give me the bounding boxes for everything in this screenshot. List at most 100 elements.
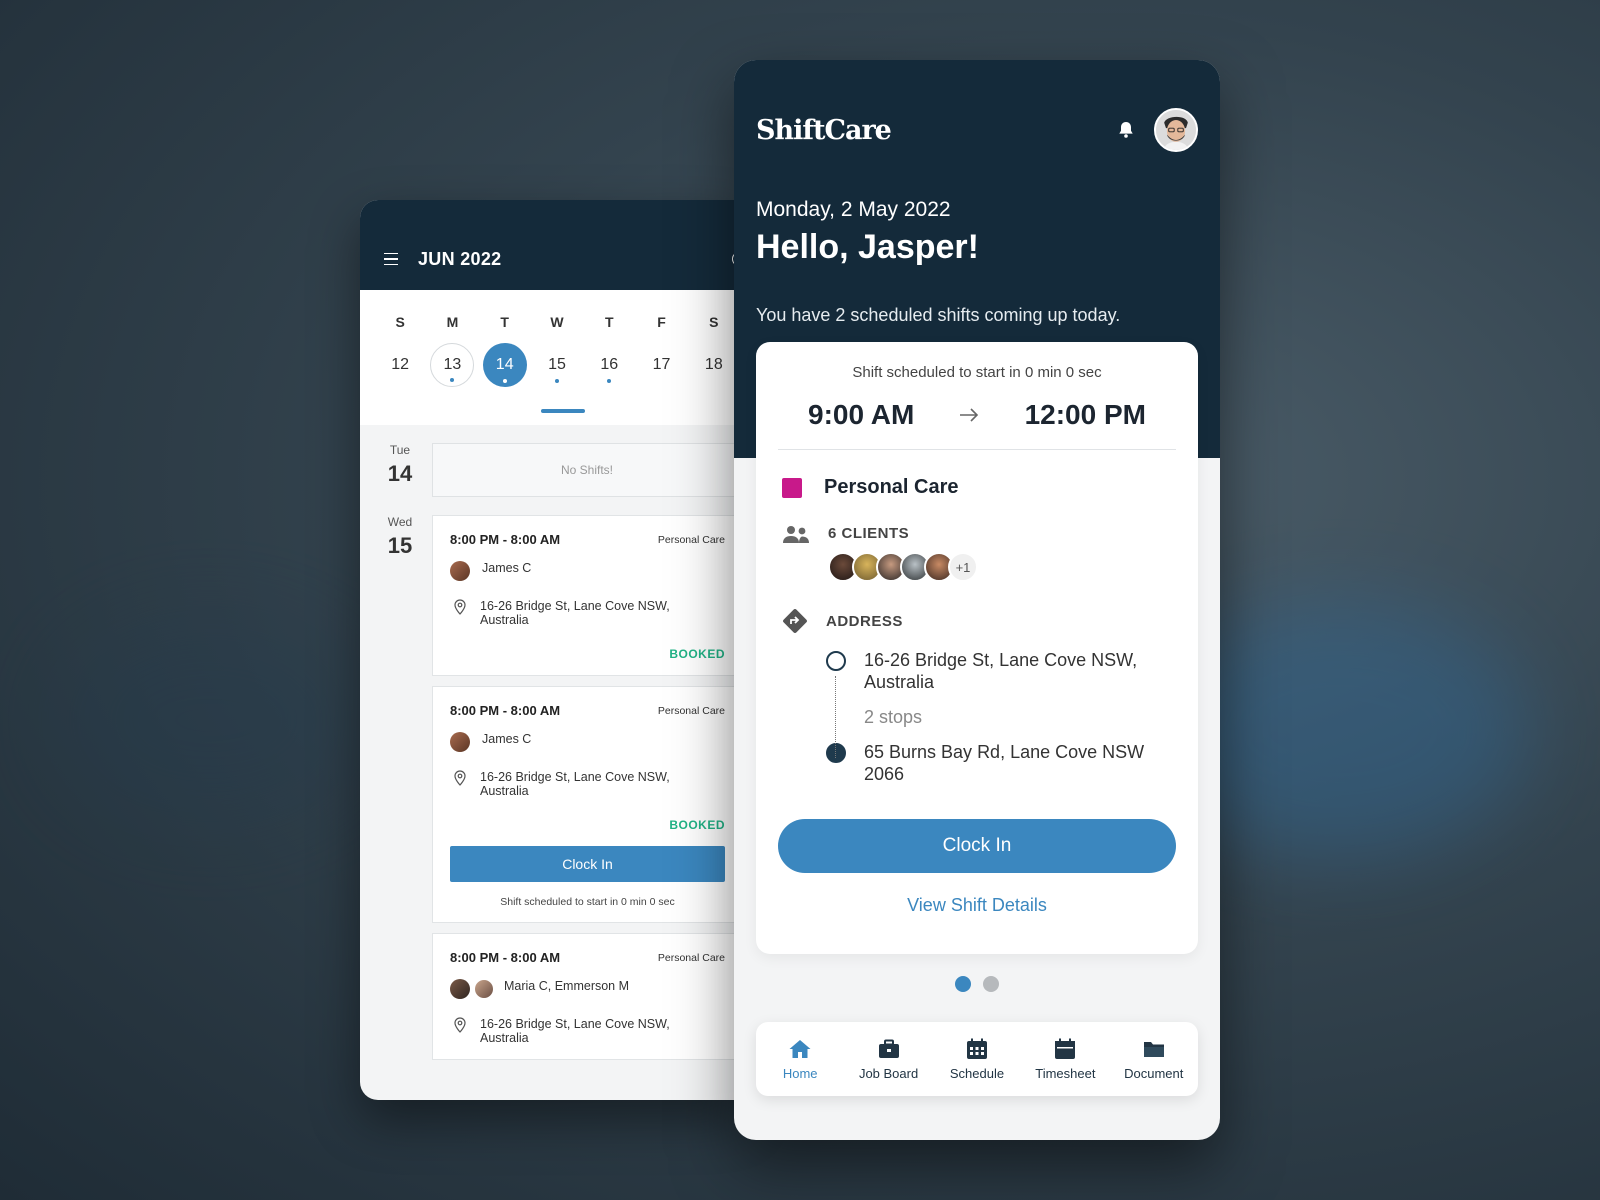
date-16[interactable]: 16: [583, 338, 635, 392]
shift-dot: [502, 379, 507, 383]
date-number: 13: [443, 356, 462, 373]
month-label[interactable]: JUN 2022: [418, 249, 501, 270]
shift-time: 8:00 PM - 8:00 AM: [450, 532, 561, 547]
weekday-label: S: [395, 314, 405, 330]
tab-job-board[interactable]: Job Board: [846, 1038, 932, 1081]
pager-dot-active[interactable]: [955, 976, 971, 992]
destination-line: 65 Burns Bay Rd, Lane Cove NSW: [864, 742, 1145, 763]
date-17[interactable]: 17: [635, 338, 687, 392]
agenda-day-tue: Tue 14: [380, 443, 420, 487]
clock-in-button[interactable]: Clock In: [778, 819, 1176, 874]
shift-end-time: 12:00 PM: [1024, 399, 1146, 430]
client-name: James C: [482, 561, 532, 575]
menu-icon[interactable]: [384, 252, 398, 266]
shift-time: 8:00 PM - 8:00 AM: [450, 703, 561, 718]
address-line: Australia: [480, 784, 529, 798]
location-pin-icon: [454, 770, 466, 786]
tab-label: Schedule: [949, 1065, 1005, 1081]
bell-icon[interactable]: [1116, 120, 1136, 140]
weekday-label: F: [657, 314, 666, 330]
date-number: 16: [600, 356, 619, 373]
shift-dot: [554, 379, 559, 383]
address-line: 16-26 Bridge St, Lane Cove NSW,: [480, 770, 670, 784]
current-date: Monday, 2 May 2022: [756, 198, 951, 221]
calendar-header: JUN 2022: [360, 200, 740, 290]
pager-dot[interactable]: [983, 976, 999, 992]
date-18[interactable]: 18: [688, 338, 740, 392]
stops-count[interactable]: 2 stops: [864, 707, 1198, 728]
card-pager: [734, 976, 1220, 992]
client-avatar: [474, 979, 494, 999]
client-avatar-group[interactable]: +1: [828, 552, 978, 582]
countdown-note: Shift scheduled to start in 0 min 0 sec: [500, 896, 675, 908]
no-shifts-placeholder: No Shifts!: [432, 443, 740, 497]
route-origin: 16-26 Bridge St, Lane Cove NSW, Australia: [826, 650, 1198, 693]
clock-in-button[interactable]: Clock In: [450, 846, 725, 882]
shift-dot: [450, 378, 455, 382]
user-avatar[interactable]: [1154, 108, 1198, 152]
route: 16-26 Bridge St, Lane Cove NSW, Australia…: [826, 650, 1198, 785]
service-name: Personal Care: [824, 476, 959, 498]
destination-marker-icon: [826, 743, 846, 764]
location-pin-icon: [454, 599, 466, 615]
date-number: 12: [391, 356, 410, 373]
tab-label: Document: [1124, 1065, 1184, 1081]
status-badge: BOOKED: [669, 647, 725, 661]
address-line: 16-26 Bridge St, Lane Cove NSW,: [480, 599, 670, 613]
destination-line: 2066: [864, 763, 905, 784]
tab-label: Job Board: [858, 1065, 919, 1081]
client-name: Maria C, Emmerson M: [504, 979, 630, 993]
date-13[interactable]: 13: [426, 338, 478, 392]
tab-timesheet[interactable]: Timesheet: [1022, 1038, 1108, 1081]
shift-dot: [607, 379, 612, 383]
shift-card[interactable]: 8:00 PM - 8:00 AM Personal Care James C …: [432, 686, 740, 923]
date-12[interactable]: 12: [374, 338, 426, 392]
date-number: 14: [495, 356, 514, 373]
address-line: Australia: [480, 613, 529, 627]
upcoming-shift-card[interactable]: Shift scheduled to start in 0 min 0 sec …: [756, 342, 1198, 954]
agenda-day-wed: Wed 15: [380, 515, 420, 559]
shift-type: Personal Care: [657, 951, 725, 964]
date-number: 18: [704, 356, 723, 373]
shift-start-time: 9:00 AM: [808, 399, 915, 430]
countdown-text: Shift scheduled to start in 0 min 0 sec: [852, 364, 1102, 381]
directions-icon: [783, 609, 807, 633]
timesheet-icon: [1055, 1038, 1076, 1059]
user-avatar-image: [1156, 110, 1196, 150]
date-14-selected[interactable]: 14: [479, 338, 531, 392]
arrow-right-icon: [960, 408, 979, 422]
shift-summary: You have 2 scheduled shifts coming up to…: [756, 305, 1121, 325]
status-badge: BOOKED: [669, 818, 725, 832]
origin-line: 16-26 Bridge St, Lane Cove NSW,: [864, 650, 1138, 670]
week-indicator: [541, 409, 585, 413]
clients-icon: [783, 526, 809, 543]
origin-line: Australia: [864, 671, 935, 692]
address-line: Australia: [480, 1031, 529, 1045]
client-avatar: [450, 561, 470, 581]
weekday-label: S: [709, 314, 719, 330]
date-number: 15: [548, 356, 566, 373]
view-shift-details-link[interactable]: View Shift Details: [756, 895, 1198, 916]
origin-marker-icon: [826, 651, 846, 671]
weekday-label: M: [446, 314, 459, 330]
greeting: Hello, Jasper!: [756, 228, 979, 266]
tab-home[interactable]: Home: [757, 1038, 843, 1081]
client-avatar: [450, 732, 470, 752]
shift-time: 8:00 PM - 8:00 AM: [450, 950, 561, 965]
bottom-tab-bar: Home Job Board Schedule Timesheet Docume…: [756, 1022, 1198, 1096]
date-15[interactable]: 15: [531, 338, 583, 392]
clients-label: 6 CLIENTS: [828, 525, 910, 542]
shift-card[interactable]: 8:00 PM - 8:00 AM Personal Care Maria C,…: [432, 933, 740, 1060]
tab-label: Home: [782, 1065, 818, 1081]
tab-document[interactable]: Document: [1111, 1038, 1197, 1081]
tab-schedule[interactable]: Schedule: [934, 1038, 1020, 1081]
briefcase-icon: [878, 1039, 899, 1058]
shift-type: Personal Care: [657, 704, 725, 717]
folder-icon: [1143, 1041, 1164, 1057]
client-name: James C: [482, 732, 532, 746]
shift-card[interactable]: 8:00 PM - 8:00 AM Personal Care James C …: [432, 515, 740, 676]
shiftcare-logo: ShiftCare: [756, 114, 892, 146]
address-line: 16-26 Bridge St, Lane Cove NSW,: [480, 1017, 670, 1031]
week-strip: S M T W T F S 12 13 14 15 16 17 18: [360, 290, 740, 425]
day-name: Wed: [387, 515, 413, 529]
